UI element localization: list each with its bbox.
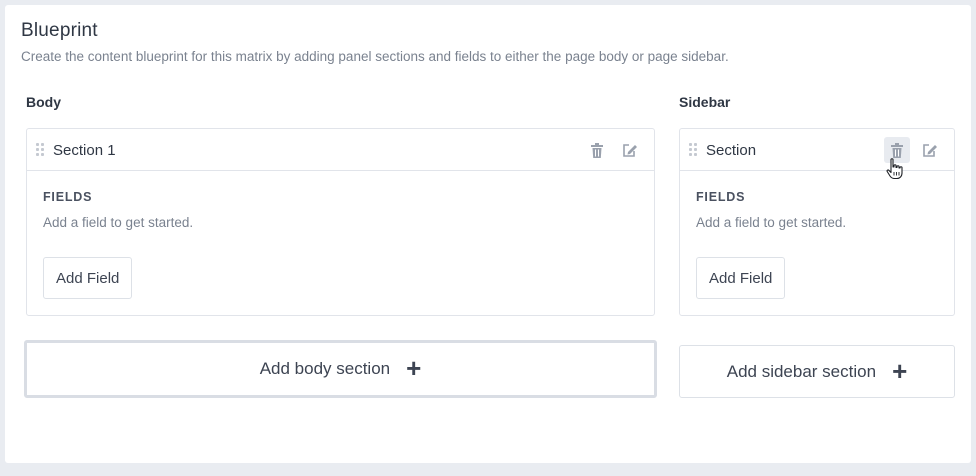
section-name: Section — [706, 142, 757, 159]
page-title: Blueprint — [21, 20, 98, 41]
add-sidebar-section-label: Add sidebar section — [726, 361, 877, 381]
add-field-button[interactable]: Add Field — [43, 257, 133, 299]
add-body-section-button[interactable]: Add body section + — [24, 340, 657, 398]
edit-icon — [623, 143, 637, 157]
add-body-section-label: Add body section — [259, 359, 391, 378]
fields-label: FIELDS — [43, 190, 93, 204]
page-subtitle: Create the content blueprint for this ma… — [21, 49, 729, 64]
fields-help-text: Add a field to get started. — [696, 215, 847, 230]
plus-icon: + — [892, 355, 908, 386]
sidebar-heading: Sidebar — [679, 94, 731, 110]
delete-section-button[interactable] — [884, 137, 910, 163]
drag-handle-icon[interactable] — [689, 143, 699, 157]
fields-help-text: Add a field to get started. — [43, 215, 194, 230]
body-heading: Body — [26, 94, 61, 110]
trash-icon — [591, 142, 603, 158]
delete-section-button[interactable] — [584, 137, 610, 163]
edit-section-button[interactable] — [917, 137, 943, 163]
section-name: Section 1 — [53, 142, 116, 159]
drag-handle-icon[interactable] — [36, 143, 46, 157]
add-field-button[interactable]: Add Field — [696, 257, 786, 299]
sidebar-section-card: Section FIELDS Add a field to get starte… — [679, 128, 955, 316]
trash-icon — [891, 142, 903, 158]
edit-section-button[interactable] — [617, 137, 643, 163]
plus-icon: + — [406, 353, 422, 383]
body-section-header: Section 1 — [27, 129, 654, 171]
fields-label: FIELDS — [696, 190, 746, 204]
edit-icon — [923, 143, 937, 157]
body-section-card: Section 1 FIELDS Add a field to get star… — [26, 128, 655, 316]
add-sidebar-section-button[interactable]: Add sidebar section + — [679, 345, 955, 398]
sidebar-section-header: Section — [680, 129, 954, 171]
